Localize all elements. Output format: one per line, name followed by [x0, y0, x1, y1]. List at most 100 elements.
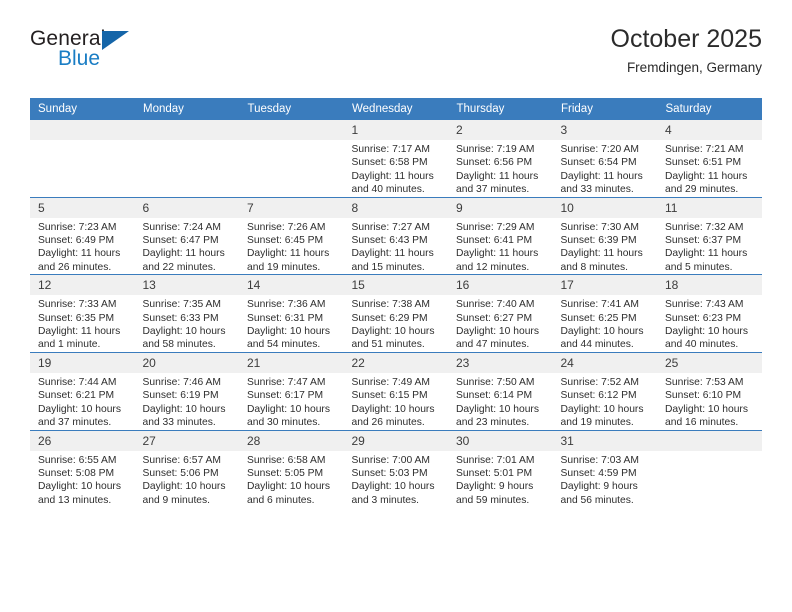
calendar-day-cell[interactable]: 10 Sunrise: 7:30 AM Sunset: 6:39 PM Dayligh… — [552, 196, 658, 275]
day-info: Sunrise: 7:40 AM Sunset: 6:27 PM Daylight:… — [448, 295, 553, 352]
calendar-day-cell[interactable]: 12 Sunrise: 7:33 AM Sunset: 6:35 PM Dayligh… — [30, 274, 135, 353]
daylight-text: Daylight: 11 hours and 37 minutes. — [456, 170, 539, 196]
sunset-text: Sunset: 6:54 PM — [560, 157, 637, 169]
day-info: Sunrise: 7:30 AM Sunset: 6:39 PM Daylight:… — [553, 218, 658, 275]
daylight-text: Daylight: 10 hours and 3 minutes. — [351, 481, 435, 506]
calendar-day-cell[interactable]: 18 Sunrise: 7:43 AM Sunset: 6:23 PM Dayligh… — [657, 274, 762, 353]
sunrise-text: Sunrise: 7:52 AM — [560, 376, 639, 388]
sunrise-text: Sunrise: 7:20 AM — [560, 144, 639, 155]
day-number-placeholder — [239, 120, 344, 140]
sunrise-text: Sunrise: 7:41 AM — [560, 299, 639, 311]
calendar-day-cell[interactable]: 29 Sunrise: 7:00 AM Sunset: 5:03 PM Dayligh… — [343, 429, 448, 508]
day-number: 6 — [134, 197, 239, 218]
sunset-text: Sunset: 6:15 PM — [351, 390, 428, 402]
calendar-day-cell[interactable]: 5 Sunrise: 7:23 AM Sunset: 6:49 PM Daylight… — [30, 196, 135, 275]
calendar-day-cell[interactable]: 16 Sunrise: 7:40 AM Sunset: 6:27 PM Dayligh… — [448, 274, 553, 353]
calendar-day-cell[interactable]: 30 Sunrise: 7:01 AM Sunset: 5:01 PM Dayligh… — [448, 429, 553, 508]
day-number-placeholder — [30, 120, 135, 140]
calendar-day-cell[interactable]: 31 Sunrise: 7:03 AM Sunset: 4:59 PM Dayligh… — [552, 429, 658, 508]
day-info: Sunrise: 7:43 AM Sunset: 6:23 PM Daylight:… — [657, 295, 762, 352]
day-info: Sunrise: 7:38 AM Sunset: 6:29 PM Daylight:… — [344, 295, 449, 352]
calendar-day-cell[interactable]: 28 Sunrise: 6:58 AM Sunset: 5:05 PM Dayligh… — [239, 429, 344, 508]
calendar-day-cell[interactable]: 1 Sunrise: 7:17 AM Sunset: 6:58 PM Daylight… — [343, 120, 448, 197]
calendar-day-cell[interactable]: 21 Sunrise: 7:47 AM Sunset: 6:17 PM Dayligh… — [239, 351, 344, 430]
calendar-day-cell[interactable]: 23 Sunrise: 7:50 AM Sunset: 6:14 PM Dayligh… — [448, 351, 553, 430]
sunset-text: Sunset: 6:37 PM — [665, 235, 742, 247]
daylight-text: Daylight: 10 hours and 6 minutes. — [247, 481, 330, 506]
sunset-text: Sunset: 6:17 PM — [247, 390, 324, 402]
calendar-day-cell[interactable]: 22 Sunrise: 7:49 AM Sunset: 6:15 PM Dayligh… — [343, 351, 449, 430]
weekday-header-monday: Monday — [134, 98, 240, 120]
calendar-day-cell[interactable]: 25 Sunrise: 7:53 AM Sunset: 6:10 PM Dayligh… — [657, 351, 762, 430]
day-number: 29 — [343, 430, 448, 451]
logo-triangle-icon — [102, 31, 129, 50]
day-info: Sunrise: 7:49 AM Sunset: 6:15 PM Daylight:… — [344, 373, 449, 430]
calendar-day-cell[interactable]: 3 Sunrise: 7:20 AM Sunset: 6:54 PM Daylight… — [552, 120, 657, 197]
day-number: 16 — [448, 275, 553, 296]
daylight-text: Daylight: 11 hours and 29 minutes. — [665, 170, 748, 196]
day-info: Sunrise: 7:03 AM Sunset: 4:59 PM Daylight:… — [553, 451, 658, 508]
sunset-text: Sunset: 6:56 PM — [456, 157, 533, 169]
calendar-week-row: 1 Sunrise: 7:17 AM Sunset: 6:58 PM Daylight… — [30, 120, 762, 197]
day-info: Sunrise: 7:23 AM Sunset: 6:49 PM Daylight:… — [30, 218, 135, 275]
day-info: Sunrise: 6:58 AM Sunset: 5:05 PM Daylight:… — [239, 451, 344, 508]
calendar-day-cell[interactable]: 9 Sunrise: 7:29 AM Sunset: 6:41 PM Daylight… — [448, 196, 553, 275]
sunset-text: Sunset: 6:33 PM — [142, 312, 219, 324]
day-number: 9 — [448, 197, 553, 218]
day-number: 24 — [552, 352, 657, 373]
day-info: Sunrise: 7:41 AM Sunset: 6:25 PM Daylight:… — [553, 295, 658, 352]
sunrise-text: Sunrise: 7:24 AM — [142, 221, 221, 233]
sunrise-text: Sunrise: 7:03 AM — [560, 454, 639, 466]
daylight-text: Daylight: 10 hours and 37 minutes. — [38, 403, 121, 429]
calendar-day-cell[interactable]: 24 Sunrise: 7:52 AM Sunset: 6:12 PM Dayligh… — [552, 351, 657, 430]
calendar-day-cell[interactable]: 14 Sunrise: 7:36 AM Sunset: 6:31 PM Dayligh… — [239, 274, 344, 353]
sunset-text: Sunset: 6:14 PM — [456, 390, 533, 402]
day-info: Sunrise: 7:32 AM Sunset: 6:37 PM Daylight:… — [657, 218, 762, 275]
weekday-header-friday: Friday — [552, 98, 658, 120]
calendar-day-cell[interactable]: 8 Sunrise: 7:27 AM Sunset: 6:43 PM Daylight… — [343, 196, 449, 275]
daylight-text: Daylight: 10 hours and 16 minutes. — [665, 403, 748, 429]
day-info: Sunrise: 7:27 AM Sunset: 6:43 PM Daylight:… — [344, 218, 449, 275]
calendar-day-cell[interactable]: 19 Sunrise: 7:44 AM Sunset: 6:21 PM Dayligh… — [30, 351, 135, 430]
page-title: October 2025 — [610, 25, 763, 53]
daylight-text: Daylight: 10 hours and 26 minutes. — [351, 403, 435, 429]
calendar-cell-empty — [657, 429, 762, 508]
day-info: Sunrise: 7:44 AM Sunset: 6:21 PM Daylight:… — [30, 373, 135, 430]
daylight-text: Daylight: 11 hours and 8 minutes. — [560, 248, 643, 273]
calendar-week-row: 19 Sunrise: 7:44 AM Sunset: 6:21 PM Dayligh… — [30, 351, 762, 430]
calendar-week-row: 5 Sunrise: 7:23 AM Sunset: 6:49 PM Daylight… — [30, 196, 762, 275]
sunrise-text: Sunrise: 7:23 AM — [38, 221, 117, 233]
day-info: Sunrise: 7:36 AM Sunset: 6:31 PM Daylight:… — [239, 295, 344, 352]
daylight-text: Daylight: 11 hours and 22 minutes. — [142, 248, 225, 273]
general-blue-logo[interactable]: General Blue — [30, 22, 150, 84]
day-number: 8 — [343, 197, 448, 218]
calendar-body: 1 Sunrise: 7:17 AM Sunset: 6:58 PM Daylight… — [30, 120, 762, 508]
weekday-header-tuesday: Tuesday — [239, 98, 344, 120]
sunrise-text: Sunrise: 7:30 AM — [560, 221, 639, 233]
calendar-day-cell[interactable]: 6 Sunrise: 7:24 AM Sunset: 6:47 PM Daylight… — [134, 196, 240, 275]
daylight-text: Daylight: 10 hours and 51 minutes. — [351, 326, 435, 351]
calendar-day-cell[interactable]: 17 Sunrise: 7:41 AM Sunset: 6:25 PM Dayligh… — [552, 274, 658, 353]
daylight-text: Daylight: 10 hours and 58 minutes. — [142, 326, 226, 351]
daylight-text: Daylight: 10 hours and 30 minutes. — [247, 403, 330, 429]
calendar-day-cell[interactable]: 11 Sunrise: 7:32 AM Sunset: 6:37 PM Dayligh… — [657, 196, 762, 275]
daylight-text: Daylight: 10 hours and 54 minutes. — [247, 326, 330, 351]
calendar-day-cell[interactable]: 2 Sunrise: 7:19 AM Sunset: 6:56 PM Daylight… — [448, 120, 553, 197]
daylight-text: Daylight: 11 hours and 19 minutes. — [247, 248, 330, 273]
calendar-day-cell[interactable]: 7 Sunrise: 7:26 AM Sunset: 6:45 PM Daylight… — [239, 196, 344, 275]
sunset-text: Sunset: 6:25 PM — [560, 312, 637, 324]
calendar-day-cell[interactable]: 15 Sunrise: 7:38 AM Sunset: 6:29 PM Dayligh… — [343, 274, 449, 353]
sunrise-text: Sunrise: 7:46 AM — [142, 376, 221, 388]
calendar-day-cell[interactable]: 26 Sunrise: 6:55 AM Sunset: 5:08 PM Dayligh… — [30, 429, 135, 508]
sunrise-text: Sunrise: 7:17 AM — [351, 144, 430, 155]
day-info: Sunrise: 7:50 AM Sunset: 6:14 PM Daylight:… — [448, 373, 553, 430]
day-info: Sunrise: 7:19 AM Sunset: 6:56 PM Daylight:… — [448, 140, 553, 197]
day-info: Sunrise: 7:53 AM Sunset: 6:10 PM Daylight:… — [657, 373, 762, 430]
calendar-day-cell[interactable]: 27 Sunrise: 6:57 AM Sunset: 5:06 PM Dayligh… — [134, 429, 240, 508]
day-info: Sunrise: 6:57 AM Sunset: 5:06 PM Daylight:… — [135, 451, 240, 508]
calendar-day-cell[interactable]: 13 Sunrise: 7:35 AM Sunset: 6:33 PM Dayligh… — [134, 274, 239, 353]
day-info: Sunrise: 7:24 AM Sunset: 6:47 PM Daylight:… — [135, 218, 240, 275]
calendar-day-cell[interactable]: 20 Sunrise: 7:46 AM Sunset: 6:19 PM Dayligh… — [134, 351, 239, 430]
sunrise-text: Sunrise: 7:43 AM — [665, 299, 744, 311]
calendar-day-cell[interactable]: 4 Sunrise: 7:21 AM Sunset: 6:51 PM Daylight… — [657, 120, 762, 197]
